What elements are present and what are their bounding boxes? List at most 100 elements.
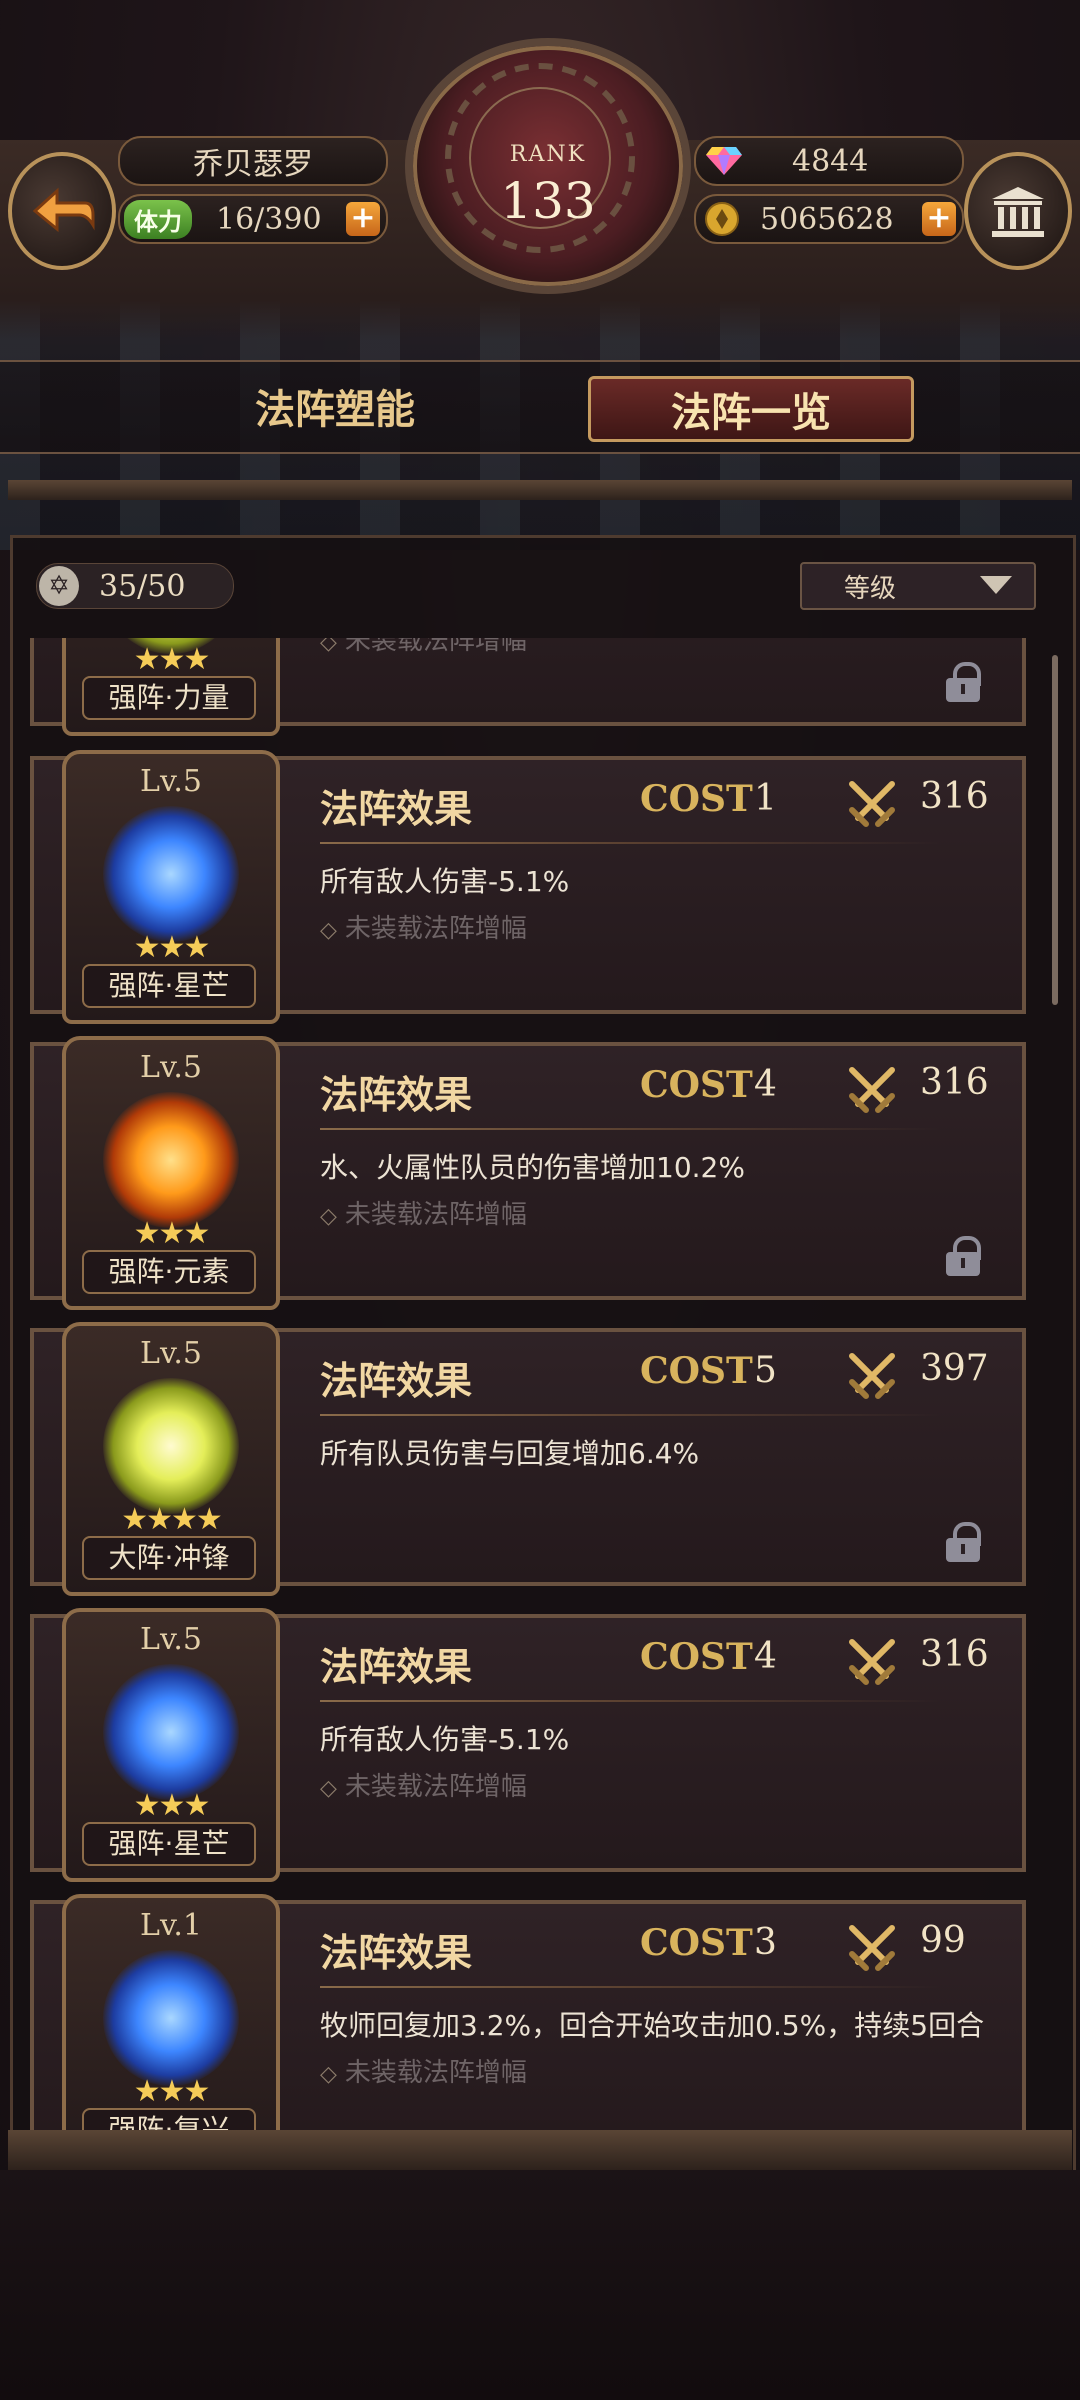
bottom-area: [0, 2170, 1080, 2400]
panel-bottom-rail: [8, 2130, 1072, 2170]
crossed-swords-icon: [849, 1353, 895, 1399]
rank-medal: RANK 133: [405, 38, 691, 294]
divider: [320, 1700, 940, 1702]
tab-circle-charge[interactable]: 法阵塑能: [200, 376, 470, 436]
lock-icon[interactable]: [946, 1236, 981, 1276]
enhancement-slot: ◇ 未装载法阵增幅: [320, 638, 527, 657]
back-button[interactable]: [8, 152, 116, 270]
diamond-icon: ◇: [320, 2062, 337, 2087]
effect-description: 水、火属性队员的伤害增加10.2%: [320, 1151, 745, 1184]
gold-pill: 5065628 +: [694, 194, 964, 244]
stamina-value: 16/390: [216, 201, 322, 237]
diamond-icon: ◇: [320, 638, 337, 655]
rank-label: RANK: [509, 142, 587, 167]
temple-icon: [992, 187, 1044, 237]
gem-icon: [706, 147, 742, 175]
star-rating: ★★★: [133, 1216, 211, 1251]
star-rating: ★★★★: [121, 1502, 223, 1537]
add-stamina-button[interactable]: +: [346, 202, 380, 236]
effect-title: 法阵效果: [320, 1644, 473, 1689]
enhancement-slot: ◇ 未装载法阵增幅: [320, 2058, 527, 2088]
power-value: 99: [920, 1920, 966, 1961]
circle-card[interactable]: Lv.1 ★★★ 强阵·复兴 法阵效果 COST 3 99 牧师回复加3.2%，…: [30, 1894, 1026, 2130]
circle-portrait: Lv.5 ★★★ 强阵·星芒: [62, 1608, 280, 1882]
enhancement-slot: ◇ 未装载法阵增幅: [320, 1772, 527, 1802]
power-value: 316: [920, 776, 989, 817]
lock-icon[interactable]: [946, 662, 981, 702]
circle-card[interactable]: Lv.5 ★★★ 强阵·星芒 法阵效果 COST 1 316 所有敌人伤害-5.…: [30, 750, 1026, 1024]
enhancement-slot: ◇ 未装载法阵增幅: [320, 1200, 527, 1230]
cost-value: 4: [754, 1064, 777, 1105]
divider: [320, 1128, 940, 1130]
panel-top-rail: [8, 480, 1072, 500]
star-rating: ★★★: [133, 1788, 211, 1823]
circle-card[interactable]: Lv.5 ★★★ 强阵·元素 法阵效果 COST 4 316 水、火属性队员的伤…: [30, 1036, 1026, 1310]
circle-card[interactable]: ★★★ 强阵·力量 ◇ 未装载法阵增幅: [30, 638, 1026, 736]
circle-card[interactable]: Lv.5 ★★★★ 大阵·冲锋 法阵效果 COST 5 397 所有队员伤害与回…: [30, 1322, 1026, 1596]
crossed-swords-icon: [849, 1639, 895, 1685]
circle-level: Lv.5: [140, 1622, 202, 1657]
tab-bar: 法阵塑能 法阵一览: [0, 360, 1080, 454]
diamond-icon: ◇: [320, 1776, 337, 1801]
effect-description: 所有队员伤害与回复增加6.4%: [320, 1437, 700, 1470]
star-rating: ★★★: [133, 930, 211, 965]
circle-name: 强阵·星芒: [82, 964, 256, 1008]
effect-title: 法阵效果: [320, 1072, 473, 1117]
back-arrow-icon: [32, 187, 95, 233]
power-value: 316: [920, 1062, 989, 1103]
lock-icon[interactable]: [946, 1522, 981, 1562]
cost-label: COST: [640, 1350, 753, 1392]
circle-count-value: 35/50: [99, 568, 186, 604]
circle-count: ✡ 35/50: [36, 563, 234, 609]
star-rating: ★★★: [133, 2074, 211, 2109]
list-scrollbar[interactable]: [1052, 655, 1058, 1005]
circle-level: Lv.1: [140, 1908, 202, 1943]
magic-circle-icon: [103, 1092, 239, 1228]
power-value: 316: [920, 1634, 989, 1675]
gold-count: 5065628: [760, 201, 894, 237]
sort-value: 等级: [844, 573, 897, 604]
circle-portrait: Lv.1 ★★★ 强阵·复兴: [62, 1894, 280, 2130]
sort-dropdown[interactable]: 等级: [800, 562, 1036, 610]
star-rating: ★★★: [133, 642, 211, 677]
magic-circle-icon: [103, 1950, 239, 2086]
crossed-swords-icon: [849, 781, 895, 827]
add-gold-button[interactable]: +: [922, 202, 956, 236]
magic-circle-icon: [103, 806, 239, 942]
divider: [320, 1986, 940, 1988]
enhancement-slot: ◇ 未装载法阵增幅: [320, 914, 527, 944]
circle-portrait: ★★★ 强阵·力量: [62, 638, 280, 736]
crossed-swords-icon: [849, 1067, 895, 1113]
player-name-pill: 乔贝瑟罗: [118, 136, 388, 186]
circle-name: 强阵·力量: [82, 676, 256, 720]
divider: [320, 842, 940, 844]
gold-coin-icon: [705, 202, 739, 236]
home-button[interactable]: [964, 152, 1072, 270]
circle-level: Lv.5: [140, 1050, 202, 1085]
circle-name: 强阵·元素: [82, 1250, 256, 1294]
cost-value: 5: [754, 1350, 777, 1391]
circle-card[interactable]: Lv.5 ★★★ 强阵·星芒 法阵效果 COST 4 316 所有敌人伤害-5.…: [30, 1608, 1026, 1882]
circle-level: Lv.5: [140, 1336, 202, 1371]
cost-label: COST: [640, 1636, 753, 1678]
circle-portrait: Lv.5 ★★★★ 大阵·冲锋: [62, 1322, 280, 1596]
cost-label: COST: [640, 778, 753, 820]
effect-title: 法阵效果: [320, 1358, 473, 1403]
effect-description: 牧师回复加3.2%，回合开始攻击加0.5%，持续5回合: [320, 2009, 985, 2042]
circle-name: 大阵·冲锋: [82, 1536, 256, 1580]
player-name: 乔贝瑟罗: [193, 147, 313, 182]
cost-value: 1: [754, 778, 777, 819]
cost-label: COST: [640, 1064, 753, 1106]
gem-pill: 4844: [694, 136, 964, 186]
magic-circle-icon: [103, 1664, 239, 1800]
tab-circle-list[interactable]: 法阵一览: [588, 376, 914, 442]
rank-value: 133: [500, 172, 596, 230]
circle-name: 强阵·星芒: [82, 1822, 256, 1866]
cost-value: 3: [754, 1922, 777, 1963]
effect-description: 所有敌人伤害-5.1%: [320, 1723, 570, 1756]
circle-portrait: Lv.5 ★★★ 强阵·星芒: [62, 750, 280, 1024]
circle-list[interactable]: ★★★ 强阵·力量 ◇ 未装载法阵增幅 Lv.5 ★★★ 强阵·星芒 法阵效果 C…: [30, 638, 1030, 2130]
effect-description: 所有敌人伤害-5.1%: [320, 865, 570, 898]
divider: [320, 1414, 940, 1416]
gem-count: 4844: [792, 143, 869, 179]
